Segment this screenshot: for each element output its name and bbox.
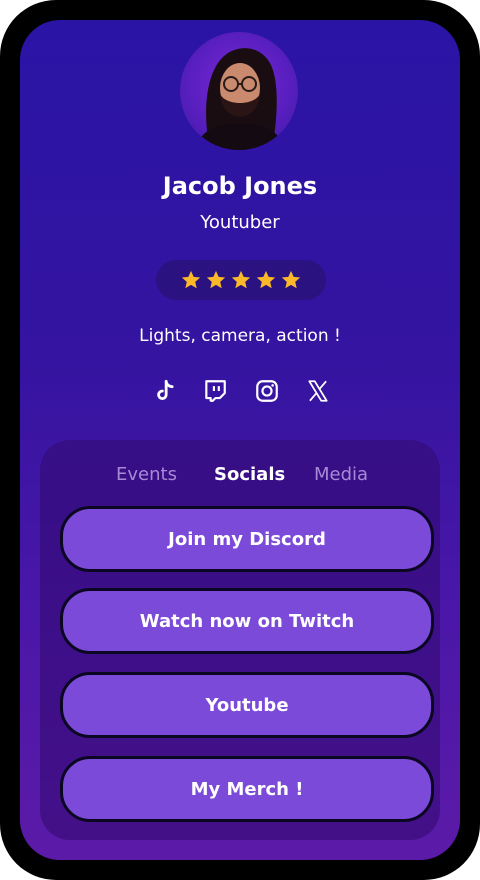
youtube-button[interactable]: Youtube xyxy=(60,672,434,738)
tiktok-icon[interactable] xyxy=(151,378,177,404)
star-icon xyxy=(181,270,201,289)
profile-name: Jacob Jones xyxy=(162,172,318,200)
star-icon xyxy=(206,270,226,289)
tab-socials[interactable]: Socials xyxy=(214,464,285,485)
tab-events[interactable]: Events xyxy=(116,464,177,485)
join-discord-button[interactable]: Join my Discord xyxy=(60,506,434,572)
star-icon xyxy=(231,270,251,289)
avatar xyxy=(180,32,298,150)
rating-stars xyxy=(156,260,326,300)
social-links xyxy=(151,377,331,405)
merch-button[interactable]: My Merch ! xyxy=(60,756,434,822)
profile-bio: Lights, camera, action ! xyxy=(139,326,341,346)
phone-frame: Jacob Jones Youtuber Lights, camera, act… xyxy=(0,0,480,880)
profile-role: Youtuber xyxy=(200,212,280,233)
tab-media[interactable]: Media xyxy=(314,464,368,485)
links-panel: Events Socials Media Join my Discord Wat… xyxy=(40,440,440,840)
twitch-icon[interactable] xyxy=(202,378,228,404)
star-icon xyxy=(281,270,301,289)
star-icon xyxy=(256,270,276,289)
instagram-icon[interactable] xyxy=(254,378,280,404)
watch-twitch-button[interactable]: Watch now on Twitch xyxy=(60,588,434,654)
tab-bar: Events Socials Media xyxy=(40,464,440,488)
x-icon[interactable] xyxy=(305,378,331,404)
profile-screen: Jacob Jones Youtuber Lights, camera, act… xyxy=(20,20,460,860)
